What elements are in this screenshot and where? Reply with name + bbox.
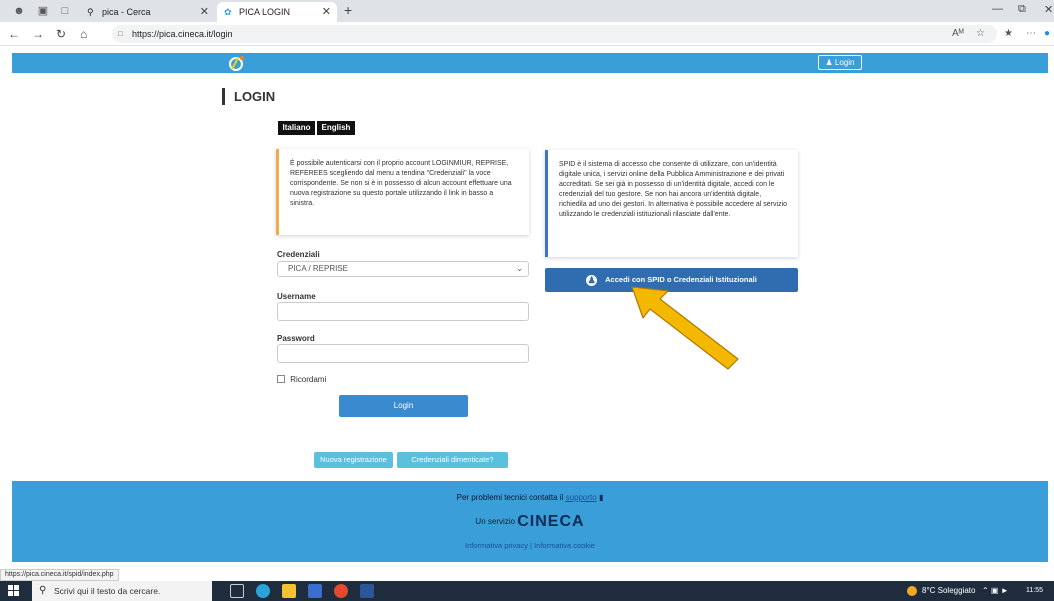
lock-icon: □: [118, 29, 123, 38]
minimize-icon[interactable]: —: [992, 3, 1003, 15]
page-title: LOGIN: [222, 88, 275, 105]
cineca-logo[interactable]: CINECA: [517, 513, 584, 530]
login-info-box: È possibile autenticarsi con il proprio …: [276, 149, 529, 235]
username-input[interactable]: [277, 302, 529, 321]
url-text: https://pica.cineca.it/login: [132, 29, 233, 39]
new-tab-icon[interactable]: +: [344, 2, 352, 18]
read-aloud-icon[interactable]: Aᴹ: [952, 28, 964, 39]
tab-label: PICA LOGIN: [239, 7, 291, 17]
restore-icon[interactable]: ⧉: [1018, 3, 1026, 16]
tray-icons[interactable]: ⌃ ▣ ►: [982, 581, 1009, 601]
taskbar-search[interactable]: ⚲ Scrivi qui il testo da cercare.: [32, 581, 212, 601]
favorite-star-icon[interactable]: ☆: [976, 28, 985, 39]
favorites-icon[interactable]: ★: [1004, 28, 1013, 39]
weather-icon[interactable]: [907, 586, 917, 596]
status-url-tooltip: https://pica.cineca.it/spid/index.php: [0, 569, 119, 581]
spid-login-label: Accedi con SPID o Credenziali Istituzion…: [605, 275, 757, 284]
service-line: Un servizio CINECA: [12, 513, 1048, 531]
spid-user-icon: ♟: [586, 275, 598, 286]
header-login-button[interactable]: ♟ Login: [818, 55, 862, 70]
service-prefix: Un servizio: [475, 517, 515, 526]
close-tab-icon[interactable]: ✕: [322, 2, 331, 22]
support-line: Per problemi tecnici contatta il support…: [12, 493, 1048, 502]
windows-taskbar: ⚲ Scrivi qui il testo da cercare. 8°C So…: [0, 581, 1054, 601]
search-icon: ⚲: [87, 7, 94, 17]
login-button[interactable]: Login: [339, 395, 468, 417]
remember-me[interactable]: Ricordami: [277, 375, 326, 384]
language-english-button[interactable]: English: [317, 121, 355, 135]
forgot-credentials-button[interactable]: Credenziali dimenticate?: [397, 452, 508, 468]
weather-text[interactable]: 8°C Soleggiato: [922, 581, 975, 601]
tab-actions-icon[interactable]: □: [58, 4, 72, 18]
file-explorer-icon[interactable]: [282, 584, 296, 598]
taskbar-search-placeholder: Scrivi qui il testo da cercare.: [54, 586, 161, 596]
pica-favicon-icon: ✿: [224, 7, 232, 17]
pica-logo-icon[interactable]: [222, 53, 250, 73]
refresh-icon[interactable]: ↻: [56, 27, 66, 41]
url-field[interactable]: □ https://pica.cineca.it/login: [112, 25, 997, 43]
header-login-label: Login: [834, 58, 855, 67]
search-icon: ⚲: [39, 585, 47, 596]
chevron-down-icon: ⌄: [516, 264, 523, 273]
workspaces-icon[interactable]: ▣: [36, 4, 50, 18]
tab-search[interactable]: ⚲ pica - Cerca ✕: [80, 2, 215, 22]
edge-taskbar-icon[interactable]: [256, 584, 270, 598]
tab-label: pica - Cerca: [102, 7, 151, 17]
privacy-link[interactable]: Informativa privacy: [465, 541, 528, 550]
home-icon[interactable]: ⌂: [80, 27, 87, 41]
close-tab-icon[interactable]: ✕: [200, 2, 209, 22]
password-input[interactable]: [277, 344, 529, 363]
back-icon[interactable]: ←: [8, 27, 20, 41]
word-icon[interactable]: [360, 584, 374, 598]
site-header: ♟ Login: [12, 53, 1048, 73]
remember-label: Ricordami: [290, 375, 327, 384]
credentials-value: PICA / REPRISE: [288, 264, 349, 273]
close-window-icon[interactable]: ✕: [1044, 3, 1053, 16]
chrome-icon[interactable]: [334, 584, 348, 598]
profile-icon[interactable]: ☻: [12, 4, 26, 18]
language-italiano-button[interactable]: Italiano: [278, 121, 315, 135]
support-link[interactable]: supporto: [566, 493, 597, 502]
legal-links: Informativa privacy | Informativa cookie: [12, 541, 1048, 550]
browser-tab-bar: ☻ ▣ □ ⚲ pica - Cerca ✕ ✿ PICA LOGIN ✕ + …: [0, 0, 1054, 22]
highlight-arrow: [631, 286, 739, 370]
support-prefix: Per problemi tecnici contatta il: [456, 493, 564, 502]
legal-separator: |: [530, 541, 532, 550]
password-label: Password: [277, 334, 315, 343]
remember-checkbox[interactable]: [277, 375, 285, 383]
cookie-link[interactable]: Informativa cookie: [534, 541, 595, 550]
site-footer: Per problemi tecnici contatta il support…: [12, 481, 1048, 562]
register-button[interactable]: Nuova registrazione: [314, 452, 393, 468]
spid-info-box: SPID è il sistema di accesso che consent…: [545, 150, 798, 257]
credentials-label: Credenziali: [277, 250, 320, 259]
more-icon[interactable]: ⋯: [1026, 28, 1036, 39]
username-label: Username: [277, 292, 316, 301]
credentials-select[interactable]: PICA / REPRISE ⌄: [277, 261, 529, 277]
windows-start-icon[interactable]: [8, 585, 20, 597]
task-view-icon[interactable]: [230, 584, 244, 598]
chat-icon: ▮: [598, 493, 604, 502]
store-icon[interactable]: [308, 584, 322, 598]
forward-icon[interactable]: →: [32, 27, 44, 41]
clock[interactable]: 11:55: [1026, 581, 1043, 601]
tab-pica-login[interactable]: ✿ PICA LOGIN ✕: [217, 2, 337, 22]
edge-copilot-icon[interactable]: ●: [1044, 28, 1050, 39]
user-icon: ♟: [825, 58, 833, 67]
address-bar-row: ← → ↻ ⌂ □ https://pica.cineca.it/login A…: [0, 22, 1054, 46]
